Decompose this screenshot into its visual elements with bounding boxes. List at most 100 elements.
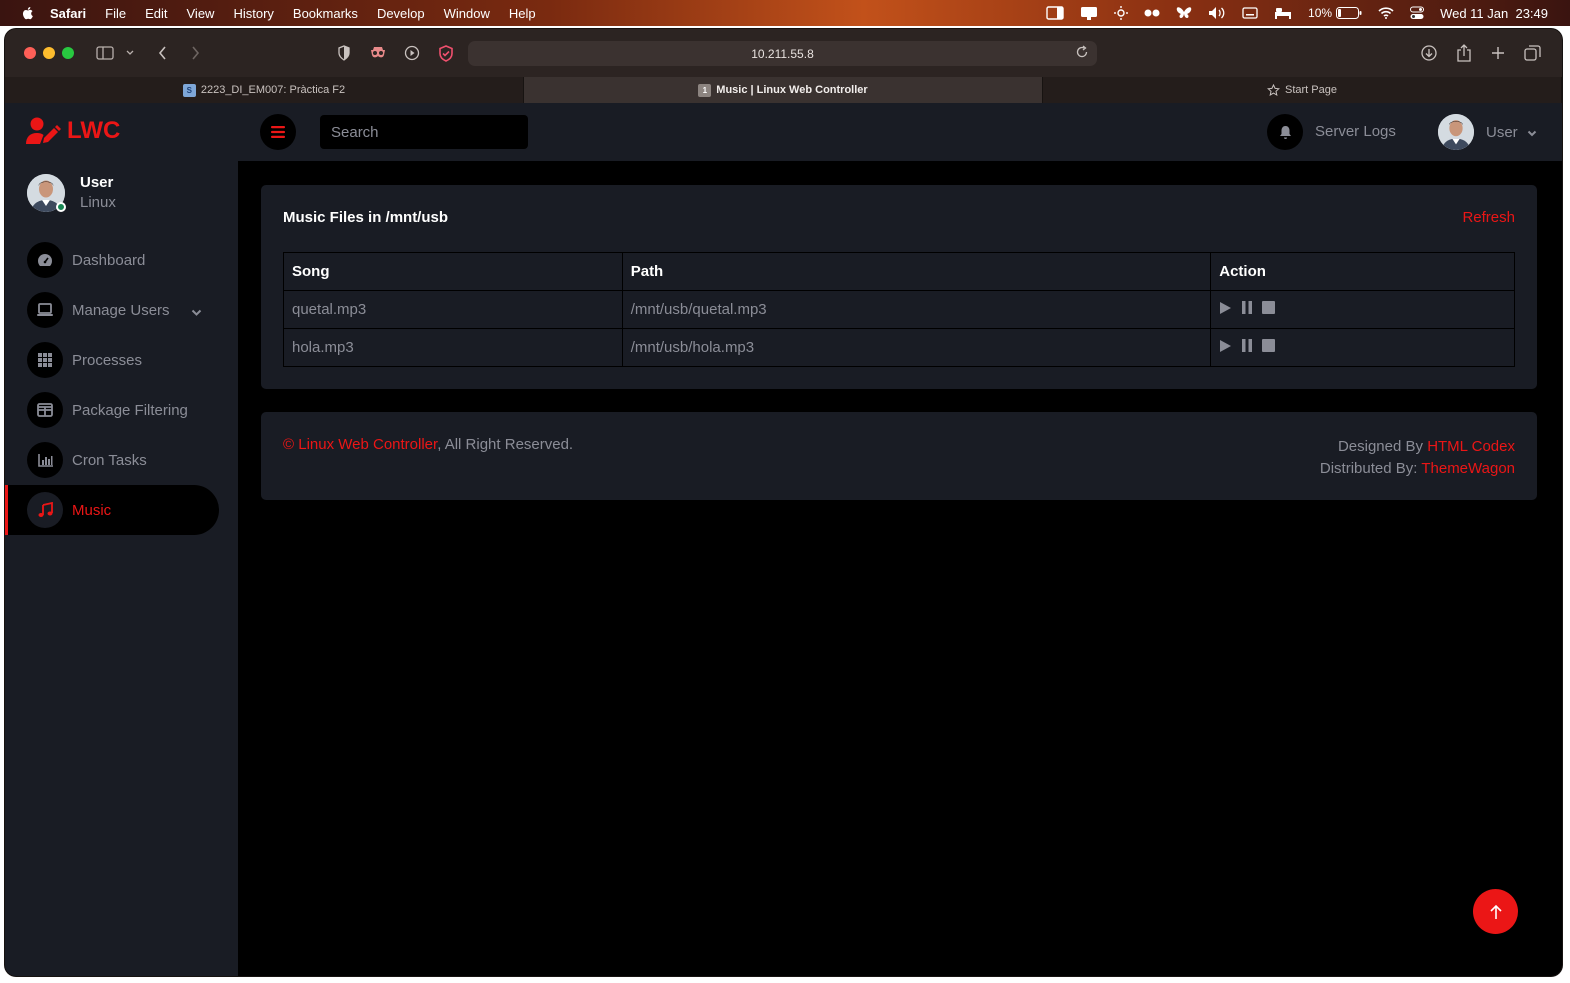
sidebar-item-label: Manage Users [72, 301, 170, 319]
search-input[interactable] [320, 115, 528, 149]
screen-share-icon[interactable] [1080, 6, 1098, 20]
sidebar-toggle-icon[interactable] [95, 43, 115, 63]
user-menu[interactable]: User [1438, 114, 1537, 150]
sidebar: LWC User Linux Dashboard Manage Users Pr… [5, 103, 238, 976]
sidebar-user-name: User [80, 174, 114, 191]
song-cell: hola.mp3 [283, 328, 623, 367]
brightness-icon[interactable] [1114, 6, 1129, 20]
sidebar-user-role: Linux [80, 194, 116, 211]
bed-icon[interactable] [1274, 7, 1292, 19]
tab-music-lwc[interactable]: 1 Music | Linux Web Controller [524, 77, 1043, 103]
tab-label: 2223_DI_EM007: Pràctica F2 [200, 84, 346, 96]
menu-help[interactable]: Help [509, 6, 536, 21]
menu-history[interactable]: History [233, 6, 273, 21]
bell-icon [1279, 125, 1291, 139]
reload-icon[interactable] [1075, 45, 1089, 62]
table-row: hola.mp3 /mnt/usb/hola.mp3 [283, 328, 1515, 367]
column-header-action: Action [1210, 252, 1515, 291]
server-logs-link[interactable]: Server Logs [1315, 123, 1396, 140]
site-link[interactable]: Linux Web Controller [298, 436, 437, 453]
close-window-button[interactable] [24, 47, 36, 59]
sidebar-item-label: Cron Tasks [72, 451, 147, 469]
path-cell: /mnt/usb/quetal.mp3 [621, 290, 1212, 329]
menubar-status-area: 10% Wed 11 Jan 23:49 [1046, 0, 1548, 26]
avatar [27, 174, 66, 212]
path-cell: /mnt/usb/hola.mp3 [621, 328, 1212, 367]
menu-window[interactable]: Window [444, 6, 490, 21]
footer-credits: Designed By HTML Codex Distributed By: T… [1320, 436, 1515, 480]
stop-icon[interactable] [1262, 301, 1276, 314]
control-center-icon[interactable] [1410, 6, 1425, 20]
column-header-path: Path [621, 252, 1212, 291]
brand-logo[interactable]: LWC [26, 115, 120, 147]
share-icon[interactable] [1455, 43, 1473, 63]
table-icon [27, 392, 63, 428]
privacy-shield-icon[interactable] [336, 43, 352, 63]
sidebar-item-dashboard[interactable]: Dashboard [5, 235, 238, 285]
apple-icon[interactable] [20, 5, 36, 21]
zoom-window-button[interactable] [62, 47, 74, 59]
table-header-row: Song Path Action [283, 252, 1515, 291]
flickr-dots-icon[interactable] [1144, 9, 1160, 17]
volume-icon[interactable] [1208, 6, 1226, 20]
stop-icon[interactable] [1262, 339, 1276, 352]
wifi-icon[interactable] [1378, 7, 1394, 19]
extension-shield-check-icon[interactable] [437, 43, 455, 63]
tab-start-page[interactable]: Start Page [1043, 77, 1562, 103]
menubar-clock[interactable]: Wed 11 Jan 23:49 [1440, 6, 1548, 21]
tab-label: Music | Linux Web Controller [716, 84, 868, 96]
menu-edit[interactable]: Edit [145, 6, 167, 21]
downloads-icon[interactable] [1420, 43, 1438, 63]
sidebar-user: User Linux [27, 173, 116, 213]
keyboard-icon[interactable] [1242, 7, 1258, 19]
sidecar-icon[interactable] [1046, 6, 1064, 20]
sidebar-item-manage-users[interactable]: Manage Users [5, 285, 238, 335]
web-page: LWC User Linux Dashboard Manage Users Pr… [5, 103, 1562, 976]
sidebar-item-music[interactable]: Music [5, 485, 238, 535]
tab-favicon: S [182, 83, 196, 97]
extension-mask-icon[interactable] [369, 43, 387, 63]
designer-link[interactable]: HTML Codex [1427, 438, 1515, 455]
user-menu-label: User [1486, 123, 1518, 141]
song-cell: quetal.mp3 [283, 290, 623, 329]
menu-bookmarks[interactable]: Bookmarks [293, 6, 358, 21]
tab-practica[interactable]: S 2223_DI_EM007: Pràctica F2 [5, 77, 524, 103]
menu-view[interactable]: View [187, 6, 215, 21]
action-cell [1210, 328, 1515, 367]
pause-icon[interactable] [1241, 339, 1253, 352]
sidebar-item-cron-tasks[interactable]: Cron Tasks [5, 435, 238, 485]
tab-overview-icon[interactable] [1523, 43, 1541, 63]
address-bar-url: 10.211.55.8 [751, 46, 814, 61]
chevron-down-icon[interactable] [191, 304, 202, 321]
online-status-dot [56, 202, 66, 212]
hamburger-icon [271, 126, 285, 138]
sidebar-item-label: Processes [72, 351, 143, 369]
back-icon[interactable] [155, 43, 169, 63]
sidebar-item-package-filtering[interactable]: Package Filtering [5, 385, 238, 435]
forward-icon[interactable] [188, 43, 202, 63]
menu-file[interactable]: File [105, 6, 126, 21]
sidebar-item-processes[interactable]: Processes [5, 335, 238, 385]
copyright-symbol: © [283, 436, 295, 453]
distributor-link[interactable]: ThemeWagon [1421, 460, 1515, 477]
music-files-card: Music Files in /mnt/usb Refresh Song Pat… [261, 185, 1537, 389]
chevron-down-icon[interactable] [125, 43, 135, 63]
refresh-link[interactable]: Refresh [1462, 209, 1515, 226]
battery-icon[interactable] [1336, 7, 1362, 19]
extension-play-icon[interactable] [403, 43, 421, 63]
butterfly-icon[interactable] [1176, 6, 1192, 20]
menu-app-name[interactable]: Safari [50, 6, 86, 21]
notifications-button[interactable] [1267, 114, 1303, 150]
address-bar[interactable]: 10.211.55.8 [468, 41, 1097, 66]
designed-by-label: Designed By [1337, 438, 1424, 455]
back-to-top-button[interactable] [1473, 889, 1518, 934]
minimize-window-button[interactable] [43, 47, 55, 59]
play-icon[interactable] [1219, 301, 1232, 315]
menu-develop[interactable]: Develop [377, 6, 425, 21]
pause-icon[interactable] [1241, 301, 1253, 314]
table-row: quetal.mp3 /mnt/usb/quetal.mp3 [283, 290, 1515, 329]
play-icon[interactable] [1219, 339, 1232, 353]
new-tab-icon[interactable] [1490, 43, 1506, 63]
menu-toggle-button[interactable] [260, 114, 296, 150]
sidebar-item-label: Dashboard [72, 251, 146, 269]
